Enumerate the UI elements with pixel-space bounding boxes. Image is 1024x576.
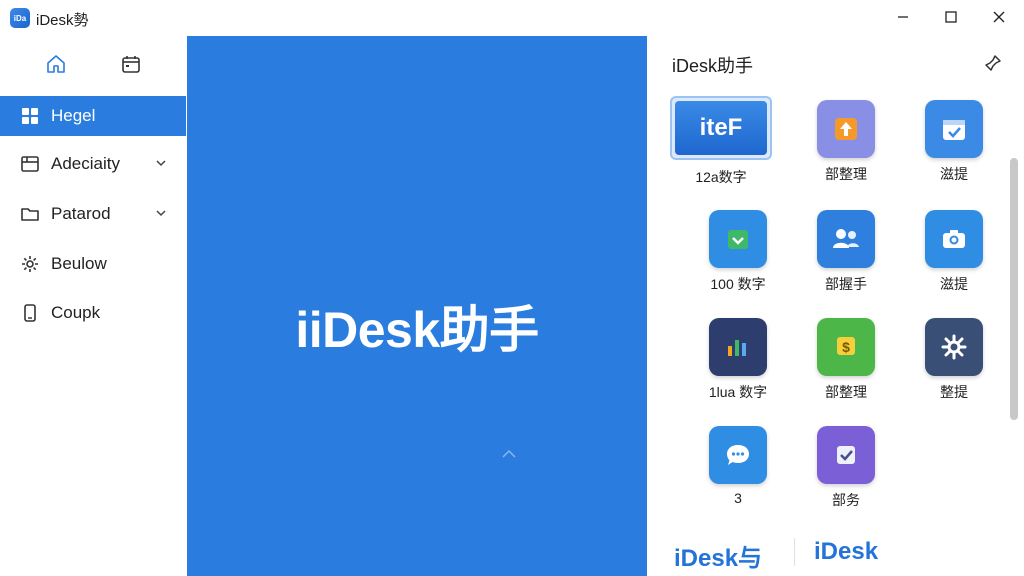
app-tile-label: 100 数字 — [710, 276, 766, 292]
sidebar-item-label: Patarod — [51, 204, 111, 223]
chevron-down-icon[interactable] — [154, 206, 168, 220]
app-tile-label: 部整理 — [825, 384, 867, 400]
panel-header: iDesk助手 — [672, 56, 754, 76]
sidebar: Hegel Adeciaity Patarod Beulow Coupk — [0, 36, 186, 576]
sidebar-item-label: Beulow — [51, 254, 107, 273]
app-tile[interactable]: 整提 — [904, 314, 1004, 414]
panel-footer: iDesk与 iDesk — [648, 528, 1024, 576]
app-tile[interactable]: 100 数字 — [688, 206, 788, 306]
sidebar-item-adeciaity[interactable]: Adeciaity — [0, 144, 186, 184]
app-tile-label: 3 — [734, 490, 742, 506]
featured-app-caption: 12a数字 — [695, 169, 747, 185]
app-tile[interactable]: 3 — [688, 422, 788, 522]
footer-brand-right[interactable]: iDesk — [814, 538, 878, 566]
scrollbar[interactable] — [1008, 94, 1018, 526]
sidebar-item-hegel[interactable]: Hegel — [0, 96, 186, 136]
users-icon — [817, 210, 875, 268]
close-icon — [993, 11, 1005, 23]
app-tile-label: 1lua 数字 — [708, 384, 768, 400]
sidebar-item-coupk[interactable]: Coupk — [0, 293, 186, 333]
sidebar-item-patarod[interactable]: Patarod — [0, 194, 186, 234]
pin-icon[interactable] — [982, 52, 1004, 74]
app-tile[interactable]: 滋提 — [904, 96, 1004, 196]
calendar-check-icon — [925, 100, 983, 158]
app-tile-label: 滋提 — [940, 166, 968, 182]
featured-app-tile[interactable]: iteF — [670, 96, 772, 160]
app-tile[interactable]: 部务 — [796, 422, 896, 522]
sidebar-item-label: Hegel — [51, 106, 96, 125]
gear-icon — [925, 318, 983, 376]
footer-divider — [794, 538, 795, 566]
sidebar-item-label: Coupk — [51, 303, 101, 322]
maximize-icon — [945, 11, 957, 23]
featured-app-label: iteF — [699, 114, 743, 141]
app-panel: iDesk助手 iteF 12a数字 部整理 滋提 100 数字 部握手 滋提 … — [648, 36, 1024, 576]
gear-icon — [20, 254, 40, 274]
phone-icon — [20, 303, 40, 323]
maximize-button[interactable] — [928, 0, 974, 34]
svg-text:$: $ — [842, 339, 850, 355]
app-logo-icon: iDa — [10, 8, 30, 28]
dollar-icon: $ — [817, 318, 875, 376]
app-tile-label: 滋提 — [940, 276, 968, 292]
title-bar: iDa iDesk勢 — [0, 0, 1024, 36]
scrollbar-thumb[interactable] — [1010, 158, 1018, 420]
folder-icon — [20, 204, 40, 224]
chart-icon — [709, 318, 767, 376]
camera-icon — [925, 210, 983, 268]
app-logo-text: iDa — [13, 13, 27, 23]
app-tile-label: 部整理 — [825, 166, 867, 182]
app-tile[interactable]: 部握手 — [796, 206, 896, 306]
calendar-icon[interactable] — [119, 52, 143, 76]
window-title: iDesk勢 — [36, 12, 89, 29]
upload-icon — [817, 100, 875, 158]
sidebar-item-beulow[interactable]: Beulow — [0, 244, 186, 284]
home-icon[interactable] — [44, 52, 68, 76]
featured-app-icon: iteF — [675, 101, 767, 155]
splash-title: iiDesk助手 — [295, 302, 539, 358]
minimize-button[interactable] — [880, 0, 926, 34]
chevron-down-icon[interactable] — [154, 156, 168, 170]
app-tile[interactable]: $ 部整理 — [796, 314, 896, 414]
caret-up-icon — [502, 449, 516, 458]
chat-icon — [709, 426, 767, 484]
folder-box-icon — [20, 154, 40, 174]
close-button[interactable] — [976, 0, 1022, 34]
sidebar-top-bar — [0, 36, 186, 94]
grid-icon — [20, 106, 40, 126]
sidebar-item-label: Adeciaity — [51, 154, 120, 173]
app-tile-label: 部握手 — [825, 276, 867, 292]
app-tile[interactable]: 1lua 数字 — [688, 314, 788, 414]
footer-brand-left[interactable]: iDesk与 — [674, 538, 762, 573]
checkbox-icon — [817, 426, 875, 484]
app-tile[interactable]: 滋提 — [904, 206, 1004, 306]
app-tile[interactable]: 部整理 — [796, 96, 896, 196]
app-tile-label: 整提 — [940, 384, 968, 400]
splash-panel: iiDesk助手 — [187, 36, 647, 576]
minimize-icon — [898, 16, 908, 18]
app-tile-label: 部务 — [832, 492, 860, 508]
download-box-icon — [709, 210, 767, 268]
